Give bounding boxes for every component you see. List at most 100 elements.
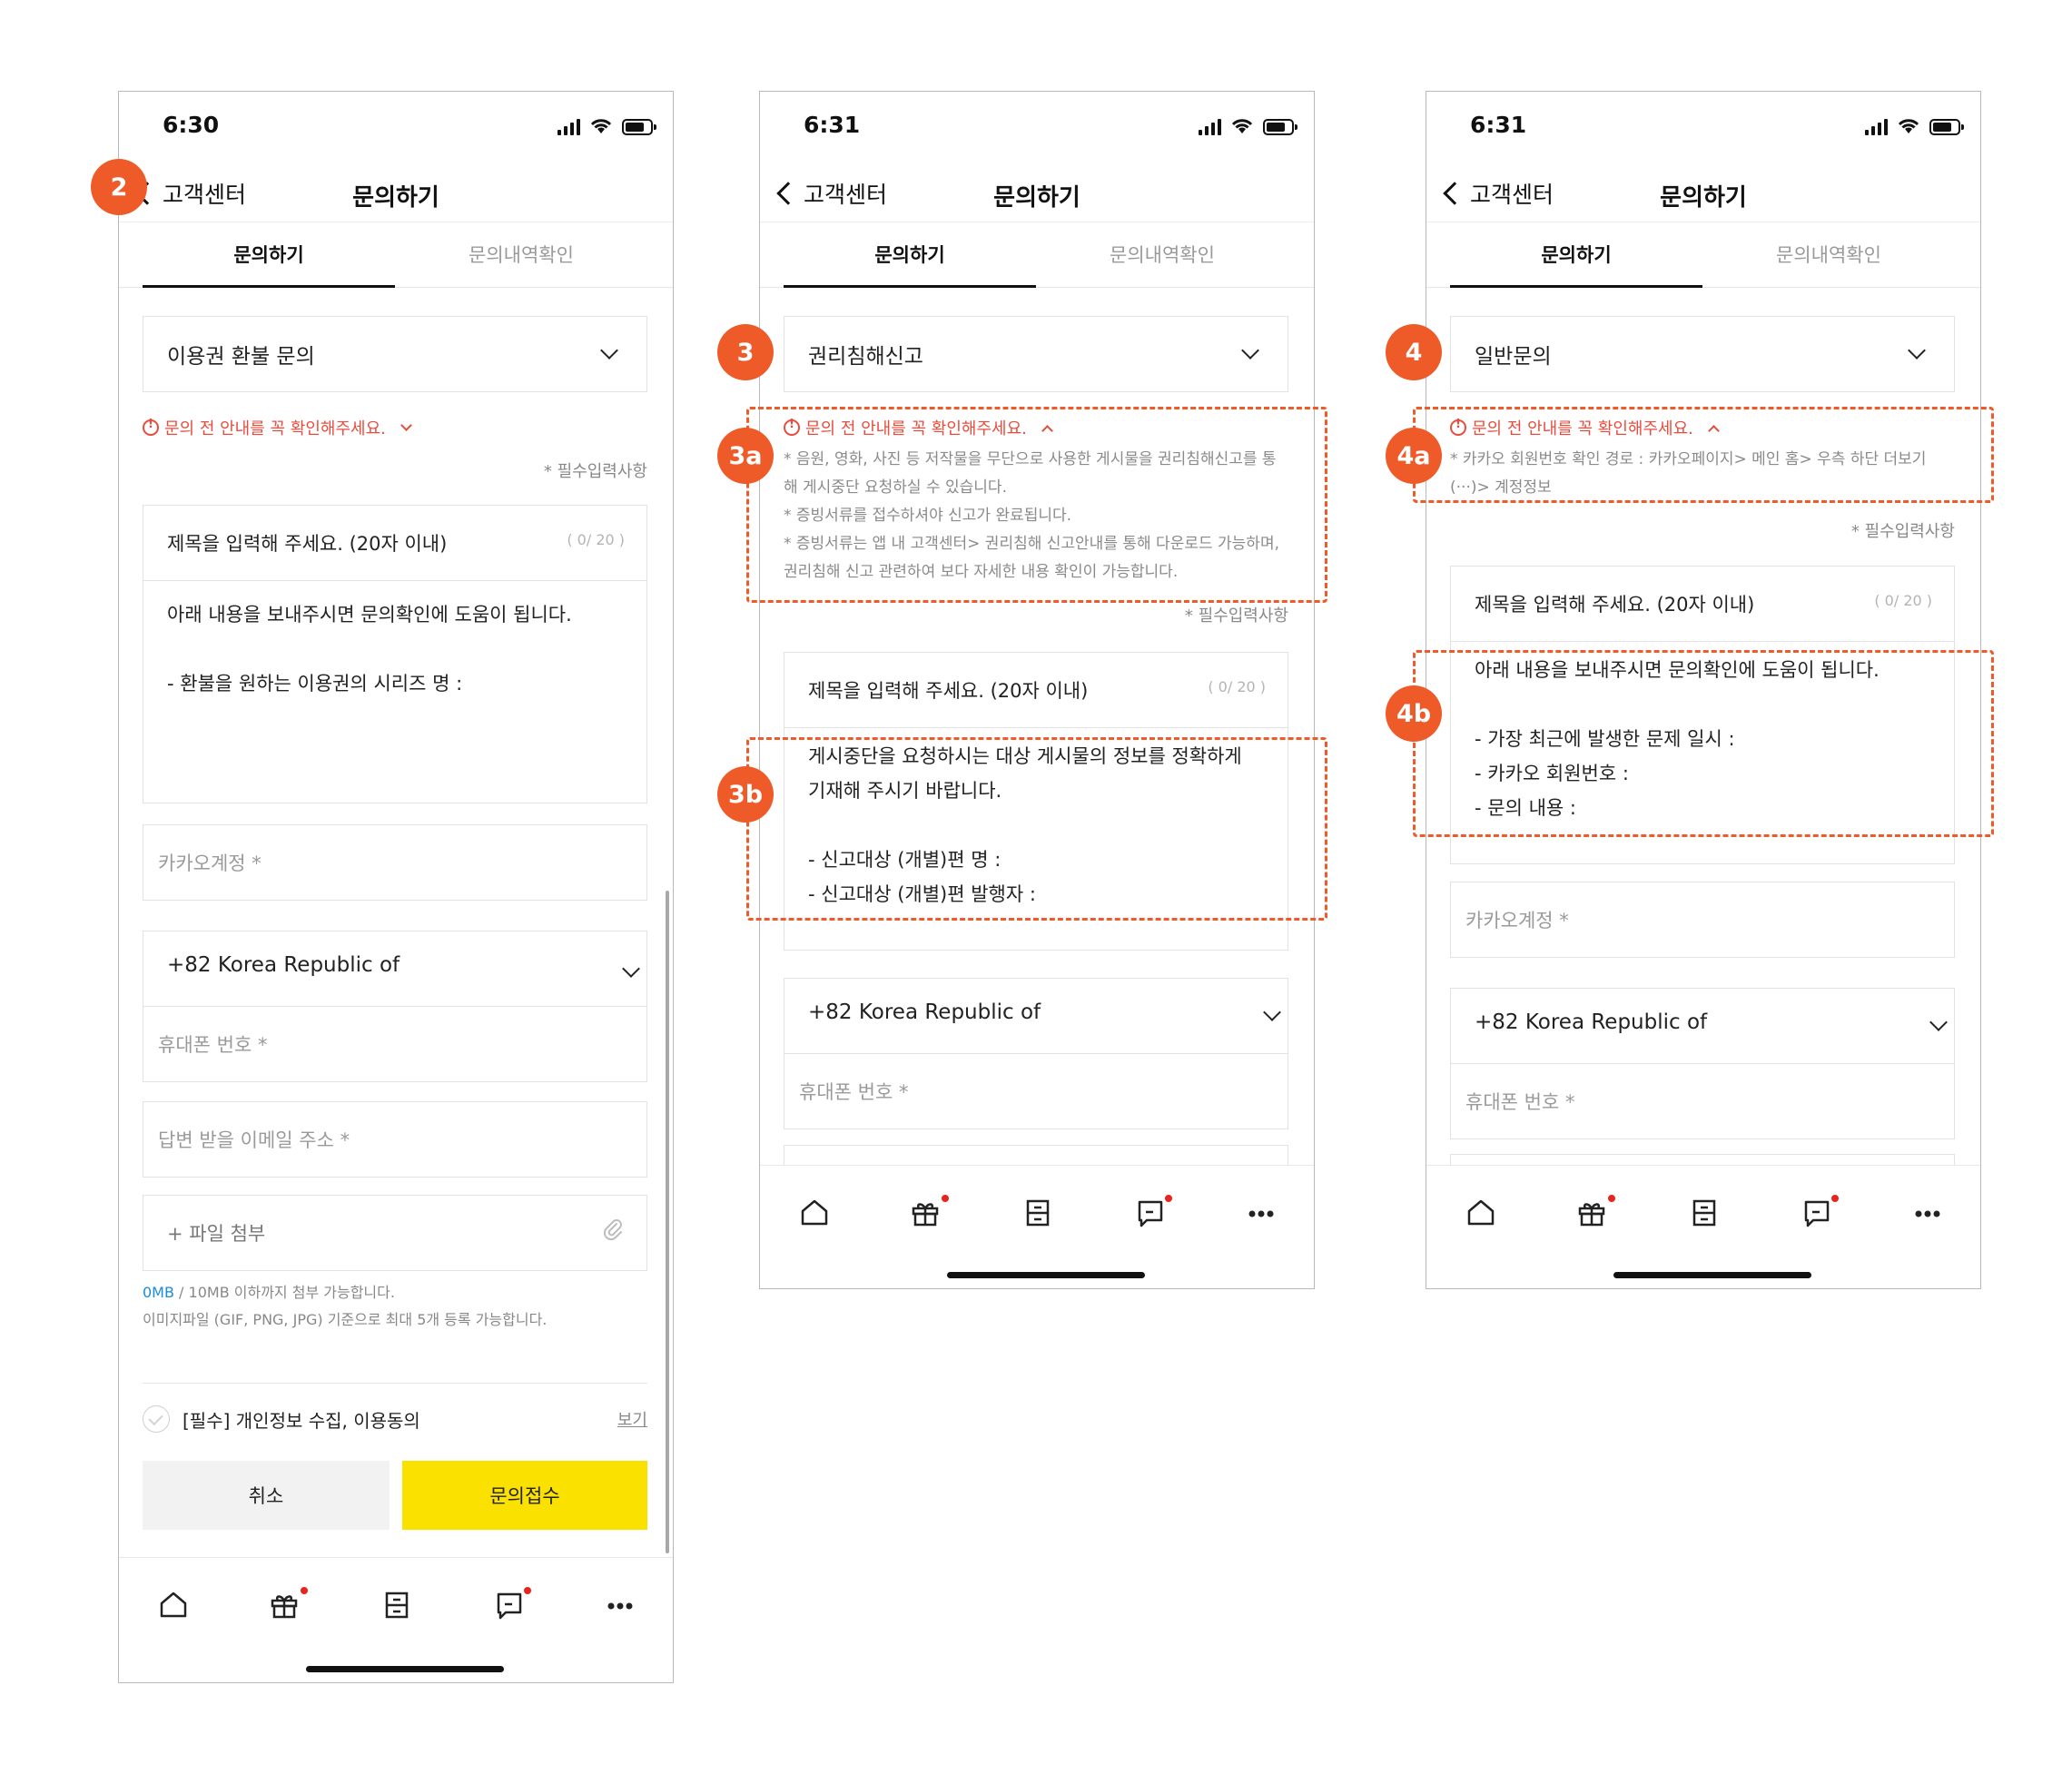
- email-placeholder: 답변 받을 이메일 주소 *: [158, 1129, 350, 1151]
- notification-dot: [1831, 1195, 1839, 1202]
- annotation-badge-2: 2: [91, 159, 147, 215]
- nav-gift[interactable]: [261, 1582, 308, 1629]
- phone-input[interactable]: 휴대폰 번호 *: [1450, 1063, 1955, 1139]
- country-code-value: +82 Korea Republic of: [167, 953, 400, 977]
- tab-inquire[interactable]: 문의하기: [1450, 241, 1702, 268]
- bookshelf-icon: [1026, 1199, 1050, 1227]
- country-code-select[interactable]: +82 Korea Republic of: [143, 931, 647, 1007]
- cancel-button[interactable]: 취소: [143, 1461, 390, 1530]
- annotation-badge-3b: 3b: [717, 766, 774, 823]
- highlight-3a: [746, 407, 1327, 603]
- country-code-value: +82 Korea Republic of: [1475, 1010, 1708, 1034]
- chevron-down-icon: [1929, 1013, 1948, 1031]
- highlight-4b: [1413, 650, 1994, 837]
- phone-input[interactable]: 휴대폰 번호 *: [784, 1053, 1288, 1129]
- nav-bar: 고객센터 문의하기: [760, 164, 1314, 222]
- tab-history[interactable]: 문의내역확인: [1702, 241, 1955, 268]
- phone-screen-rights: 6:31 고객센터 문의하기 문의하기 문의내역확인 권리침해신고 문의: [759, 91, 1315, 1289]
- tab-underline: [143, 285, 395, 288]
- title-input[interactable]: 제목을 입력해 주세요. (20자 이내) ( 0/ 20 ): [143, 505, 647, 581]
- nav-more[interactable]: [1238, 1189, 1285, 1237]
- nav-gift[interactable]: [1568, 1189, 1615, 1237]
- home-icon: [801, 1199, 828, 1226]
- category-select[interactable]: 일반문의: [1450, 316, 1955, 392]
- bottom-nav: [1426, 1165, 1980, 1263]
- nav-more[interactable]: [597, 1582, 644, 1629]
- bottom-nav: [760, 1165, 1314, 1263]
- tab-bar: 문의하기 문의내역확인: [760, 222, 1314, 288]
- chevron-down-icon: [622, 960, 640, 978]
- title-input[interactable]: 제목을 입력해 주세요. (20자 이내) ( 0/ 20 ): [1450, 566, 1955, 642]
- status-time: 6:30: [163, 112, 220, 138]
- category-value: 이용권 환불 문의: [167, 345, 315, 369]
- nav-message[interactable]: [1793, 1189, 1840, 1237]
- more-icon: [1915, 1210, 1940, 1217]
- tab-inquire[interactable]: 문의하기: [784, 241, 1036, 268]
- body-textarea[interactable]: 아래 내용을 보내주시면 문의확인에 도움이 됩니다. - 환불을 원하는 이용…: [143, 580, 647, 803]
- phone-screen-refund: 6:30 고객센터 문의하기 문의하기 문의내역확인 이용권 환불 문의 ! 문…: [118, 91, 674, 1683]
- nav-bookshelf[interactable]: [373, 1582, 420, 1629]
- chevron-down-icon: [1263, 1003, 1281, 1021]
- phone-placeholder: 휴대폰 번호 *: [1465, 1091, 1575, 1113]
- chevron-down-icon: [400, 419, 412, 431]
- title-placeholder: 제목을 입력해 주세요. (20자 이내): [808, 680, 1089, 702]
- annotation-badge-3a: 3a: [717, 428, 774, 484]
- status-bar: 6:30: [119, 92, 673, 164]
- title-placeholder: 제목을 입력해 주세요. (20자 이내): [1475, 594, 1755, 616]
- scrollbar[interactable]: [666, 891, 669, 1553]
- notification-dot: [942, 1195, 949, 1202]
- view-terms-link[interactable]: 보기: [617, 1407, 647, 1431]
- nav-message[interactable]: [1127, 1189, 1174, 1237]
- signal-icon: [557, 117, 580, 135]
- nav-message[interactable]: [486, 1582, 533, 1629]
- category-select[interactable]: 권리침해신고: [784, 316, 1288, 392]
- tab-history[interactable]: 문의내역확인: [395, 241, 647, 268]
- nav-bookshelf[interactable]: [1681, 1189, 1728, 1237]
- wifi-icon: [1898, 119, 1919, 133]
- required-note: * 필수입력사항: [1184, 606, 1288, 626]
- tab-bar: 문의하기 문의내역확인: [119, 222, 673, 288]
- status-time: 6:31: [804, 112, 861, 138]
- more-icon: [1248, 1210, 1274, 1217]
- bookshelf-icon: [385, 1592, 409, 1619]
- chevron-down-icon: [1241, 341, 1259, 360]
- home-icon: [160, 1592, 187, 1618]
- kakao-account-input[interactable]: 카카오계정 *: [1450, 882, 1955, 958]
- file-attach[interactable]: + 파일 첨부: [143, 1195, 647, 1271]
- nav-bar: 고객센터 문의하기: [1426, 164, 1980, 222]
- category-select[interactable]: 이용권 환불 문의: [143, 316, 647, 392]
- kakao-account-placeholder: 카카오계정 *: [158, 853, 261, 874]
- home-icon: [1467, 1199, 1495, 1226]
- phone-input[interactable]: 휴대폰 번호 *: [143, 1006, 647, 1082]
- tab-history[interactable]: 문의내역확인: [1036, 241, 1288, 268]
- country-code-value: +82 Korea Republic of: [808, 1000, 1041, 1024]
- status-bar: 6:31: [760, 92, 1314, 164]
- home-indicator: [306, 1666, 504, 1672]
- title-input[interactable]: 제목을 입력해 주세요. (20자 이내) ( 0/ 20 ): [784, 652, 1288, 728]
- home-indicator: [947, 1272, 1145, 1278]
- nav-bookshelf[interactable]: [1014, 1189, 1061, 1237]
- char-counter: ( 0/ 20 ): [1874, 592, 1932, 609]
- country-code-select[interactable]: +82 Korea Republic of: [784, 978, 1288, 1054]
- attach-label: + 파일 첨부: [167, 1223, 266, 1245]
- nav-more[interactable]: [1904, 1189, 1951, 1237]
- notice-toggle[interactable]: 문의 전 안내를 꼭 확인해주세요.: [143, 414, 412, 441]
- kakao-account-input[interactable]: 카카오계정 *: [143, 824, 647, 901]
- wifi-icon: [1231, 119, 1253, 133]
- email-input[interactable]: 답변 받을 이메일 주소 *: [143, 1101, 647, 1178]
- tab-underline: [1450, 285, 1702, 288]
- notice-toggle-label: 문의 전 안내를 꼭 확인해주세요.: [164, 419, 386, 439]
- agree-checkbox[interactable]: [143, 1405, 170, 1433]
- nav-home[interactable]: [1457, 1189, 1505, 1237]
- country-code-select[interactable]: +82 Korea Republic of: [1450, 988, 1955, 1064]
- submit-button[interactable]: 문의접수: [402, 1461, 647, 1530]
- nav-gift[interactable]: [902, 1189, 949, 1237]
- chevron-down-icon: [1908, 341, 1926, 360]
- tab-inquire[interactable]: 문의하기: [143, 241, 395, 268]
- file-size: 0MB: [143, 1284, 174, 1301]
- nav-home[interactable]: [791, 1189, 838, 1237]
- char-counter: ( 0/ 20 ): [1208, 678, 1266, 695]
- bookshelf-icon: [1692, 1199, 1716, 1227]
- battery-icon: [1929, 119, 1964, 135]
- nav-home[interactable]: [150, 1582, 197, 1629]
